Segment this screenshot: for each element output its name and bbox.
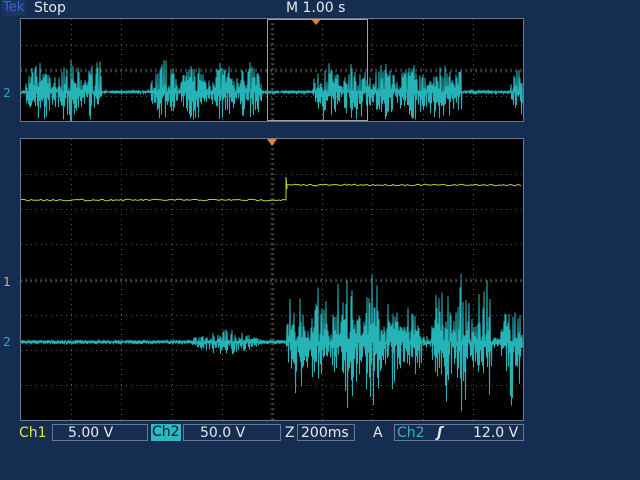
graticule: [21, 19, 523, 121]
main-trigger-marker: [267, 139, 277, 146]
brand-logo: Tek: [2, 0, 26, 16]
main-waveform: [21, 139, 523, 420]
graticule: [21, 139, 523, 420]
top-status-bar: Tek Stop M 1.00 s: [0, 0, 640, 18]
ch1-ground-marker[interactable]: 1: [1, 275, 13, 289]
run-state: Stop: [34, 0, 66, 16]
overview-waveform-panel: [20, 18, 524, 122]
main-timebase: M 1.00 s: [286, 0, 346, 16]
trigger-level: 12.0 V: [473, 425, 519, 441]
trigger-label: A: [373, 425, 383, 441]
ch1-scale: 5.00 V: [68, 425, 114, 441]
bottom-status-bar: Ch1 5.00 V Ch2 50.0 V Z 200ms A Ch2 ʃ 12…: [0, 423, 640, 443]
ch2-label[interactable]: Ch2: [151, 424, 181, 441]
trigger-source: Ch2: [397, 425, 425, 441]
overview-ch2-marker[interactable]: 2: [1, 86, 13, 100]
zoom-scale: 200ms: [301, 425, 349, 441]
trigger-slope-icon: ʃ: [437, 425, 443, 441]
ch1-label[interactable]: Ch1: [19, 423, 47, 443]
ch2-scale: 50.0 V: [200, 425, 246, 441]
overview-waveform: [21, 19, 523, 121]
main-waveform-panel: [20, 138, 524, 421]
ch2-ground-marker[interactable]: 2: [1, 335, 13, 349]
zoom-label: Z: [285, 425, 295, 441]
